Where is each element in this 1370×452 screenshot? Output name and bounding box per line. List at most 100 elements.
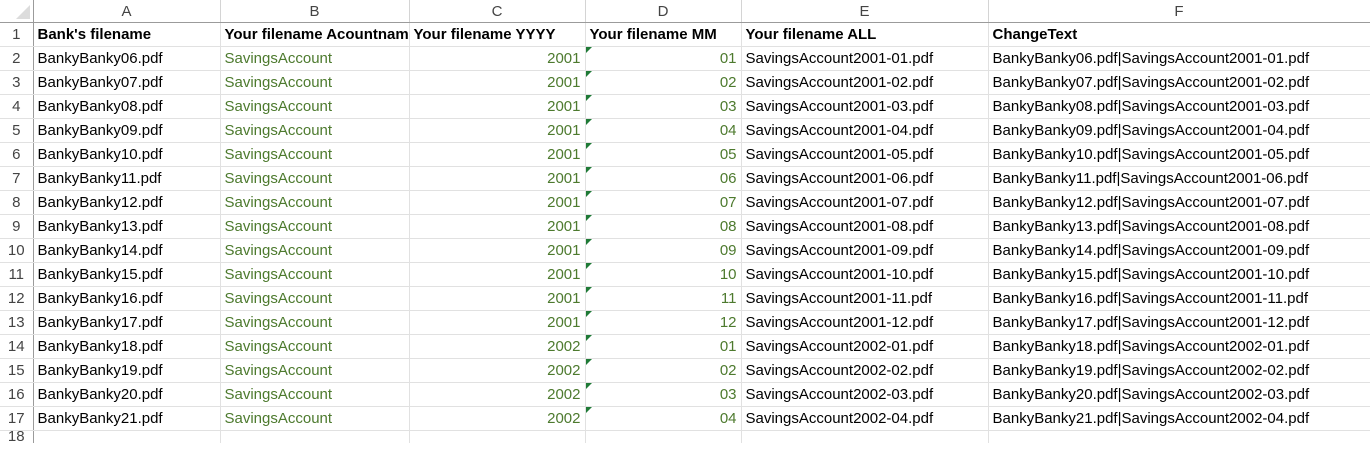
select-all-button[interactable]	[0, 0, 34, 23]
cell-account-name[interactable]: SavingsAccount	[220, 358, 410, 383]
cell-all-filename[interactable]: SavingsAccount2002-03.pdf	[741, 382, 989, 407]
column-header-f[interactable]: F	[988, 0, 1370, 23]
cell-yyyy[interactable]: 2001	[409, 142, 586, 167]
cell-bank-filename[interactable]: BankyBanky15.pdf	[33, 262, 221, 287]
cell-account-name[interactable]: SavingsAccount	[220, 310, 410, 335]
cell-changetext[interactable]: BankyBanky09.pdf|SavingsAccount2001-04.p…	[988, 118, 1370, 143]
column-header-e[interactable]: E	[741, 0, 989, 23]
cell-account-name[interactable]: SavingsAccount	[220, 334, 410, 359]
cell-all-filename[interactable]: SavingsAccount2001-08.pdf	[741, 214, 989, 239]
cell-account-name[interactable]: SavingsAccount	[220, 238, 410, 263]
cell-changetext[interactable]: BankyBanky19.pdf|SavingsAccount2002-02.p…	[988, 358, 1370, 383]
cell-bank-filename[interactable]: BankyBanky12.pdf	[33, 190, 221, 215]
cell-all-filename[interactable]: SavingsAccount2001-11.pdf	[741, 286, 989, 311]
cell-all-filename[interactable]: SavingsAccount2001-03.pdf	[741, 94, 989, 119]
cell-all-filename[interactable]: SavingsAccount2001-04.pdf	[741, 118, 989, 143]
cell-mm[interactable]: 09	[585, 238, 742, 263]
cell-changetext[interactable]: BankyBanky20.pdf|SavingsAccount2002-03.p…	[988, 382, 1370, 407]
cell-account-name[interactable]: SavingsAccount	[220, 166, 410, 191]
cell-mm[interactable]: 02	[585, 70, 742, 95]
cell-yyyy[interactable]: 2002	[409, 406, 586, 431]
column-header-c[interactable]: C	[409, 0, 586, 23]
cell-changetext[interactable]: BankyBanky06.pdf|SavingsAccount2001-01.p…	[988, 46, 1370, 71]
header-cell-bank-filename[interactable]: Bank's filename	[33, 22, 221, 47]
row-header[interactable]: 11	[0, 262, 34, 287]
cell-bank-filename[interactable]: BankyBanky16.pdf	[33, 286, 221, 311]
cell-changetext[interactable]: BankyBanky12.pdf|SavingsAccount2001-07.p…	[988, 190, 1370, 215]
cell-changetext[interactable]: BankyBanky13.pdf|SavingsAccount2001-08.p…	[988, 214, 1370, 239]
cell-changetext[interactable]: BankyBanky08.pdf|SavingsAccount2001-03.p…	[988, 94, 1370, 119]
cell-bank-filename[interactable]: BankyBanky19.pdf	[33, 358, 221, 383]
cell-mm[interactable]: 12	[585, 310, 742, 335]
row-header[interactable]: 5	[0, 118, 34, 143]
grid-cell[interactable]	[33, 430, 221, 443]
cell-mm[interactable]: 11	[585, 286, 742, 311]
header-cell-account-name[interactable]: Your filename Acountname	[220, 22, 410, 47]
row-header[interactable]: 6	[0, 142, 34, 167]
row-header[interactable]: 1	[0, 22, 34, 47]
cell-account-name[interactable]: SavingsAccount	[220, 406, 410, 431]
cell-bank-filename[interactable]: BankyBanky13.pdf	[33, 214, 221, 239]
cell-mm[interactable]: 03	[585, 94, 742, 119]
cell-yyyy[interactable]: 2002	[409, 358, 586, 383]
cell-changetext[interactable]: BankyBanky07.pdf|SavingsAccount2001-02.p…	[988, 70, 1370, 95]
cell-yyyy[interactable]: 2002	[409, 382, 586, 407]
cell-mm[interactable]: 04	[585, 118, 742, 143]
cell-bank-filename[interactable]: BankyBanky09.pdf	[33, 118, 221, 143]
header-cell-yyyy[interactable]: Your filename YYYY	[409, 22, 586, 47]
cell-changetext[interactable]: BankyBanky10.pdf|SavingsAccount2001-05.p…	[988, 142, 1370, 167]
cell-bank-filename[interactable]: BankyBanky17.pdf	[33, 310, 221, 335]
cell-account-name[interactable]: SavingsAccount	[220, 142, 410, 167]
cell-bank-filename[interactable]: BankyBanky10.pdf	[33, 142, 221, 167]
cell-all-filename[interactable]: SavingsAccount2001-07.pdf	[741, 190, 989, 215]
cell-yyyy[interactable]: 2001	[409, 286, 586, 311]
cell-yyyy[interactable]: 2001	[409, 190, 586, 215]
cell-account-name[interactable]: SavingsAccount	[220, 262, 410, 287]
cell-all-filename[interactable]: SavingsAccount2001-10.pdf	[741, 262, 989, 287]
cell-all-filename[interactable]: SavingsAccount2002-02.pdf	[741, 358, 989, 383]
row-header[interactable]: 15	[0, 358, 34, 383]
cell-changetext[interactable]: BankyBanky17.pdf|SavingsAccount2001-12.p…	[988, 310, 1370, 335]
grid-cell[interactable]	[220, 430, 410, 443]
cell-account-name[interactable]: SavingsAccount	[220, 190, 410, 215]
row-header[interactable]: 18	[0, 430, 34, 443]
cell-account-name[interactable]: SavingsAccount	[220, 286, 410, 311]
cell-mm[interactable]: 06	[585, 166, 742, 191]
cell-yyyy[interactable]: 2001	[409, 166, 586, 191]
cell-account-name[interactable]: SavingsAccount	[220, 118, 410, 143]
cell-changetext[interactable]: BankyBanky11.pdf|SavingsAccount2001-06.p…	[988, 166, 1370, 191]
cell-all-filename[interactable]: SavingsAccount2001-01.pdf	[741, 46, 989, 71]
cell-account-name[interactable]: SavingsAccount	[220, 46, 410, 71]
row-header[interactable]: 16	[0, 382, 34, 407]
row-header[interactable]: 13	[0, 310, 34, 335]
cell-mm[interactable]: 07	[585, 190, 742, 215]
cell-bank-filename[interactable]: BankyBanky11.pdf	[33, 166, 221, 191]
cell-yyyy[interactable]: 2002	[409, 334, 586, 359]
cell-mm[interactable]: 04	[585, 406, 742, 431]
cell-yyyy[interactable]: 2001	[409, 46, 586, 71]
cell-yyyy[interactable]: 2001	[409, 70, 586, 95]
row-header[interactable]: 8	[0, 190, 34, 215]
cell-changetext[interactable]: BankyBanky14.pdf|SavingsAccount2001-09.p…	[988, 238, 1370, 263]
cell-account-name[interactable]: SavingsAccount	[220, 70, 410, 95]
cell-mm[interactable]: 03	[585, 382, 742, 407]
row-header[interactable]: 2	[0, 46, 34, 71]
cell-changetext[interactable]: BankyBanky18.pdf|SavingsAccount2002-01.p…	[988, 334, 1370, 359]
cell-bank-filename[interactable]: BankyBanky21.pdf	[33, 406, 221, 431]
header-cell-all[interactable]: Your filename ALL	[741, 22, 989, 47]
cell-bank-filename[interactable]: BankyBanky08.pdf	[33, 94, 221, 119]
cell-account-name[interactable]: SavingsAccount	[220, 382, 410, 407]
row-header[interactable]: 12	[0, 286, 34, 311]
column-header-d[interactable]: D	[585, 0, 742, 23]
column-header-b[interactable]: B	[220, 0, 410, 23]
cell-yyyy[interactable]: 2001	[409, 118, 586, 143]
cell-mm[interactable]: 08	[585, 214, 742, 239]
cell-changetext[interactable]: BankyBanky21.pdf|SavingsAccount2002-04.p…	[988, 406, 1370, 431]
cell-bank-filename[interactable]: BankyBanky14.pdf	[33, 238, 221, 263]
cell-bank-filename[interactable]: BankyBanky07.pdf	[33, 70, 221, 95]
cell-all-filename[interactable]: SavingsAccount2001-06.pdf	[741, 166, 989, 191]
cell-all-filename[interactable]: SavingsAccount2002-01.pdf	[741, 334, 989, 359]
row-header[interactable]: 4	[0, 94, 34, 119]
cell-all-filename[interactable]: SavingsAccount2001-02.pdf	[741, 70, 989, 95]
cell-changetext[interactable]: BankyBanky15.pdf|SavingsAccount2001-10.p…	[988, 262, 1370, 287]
